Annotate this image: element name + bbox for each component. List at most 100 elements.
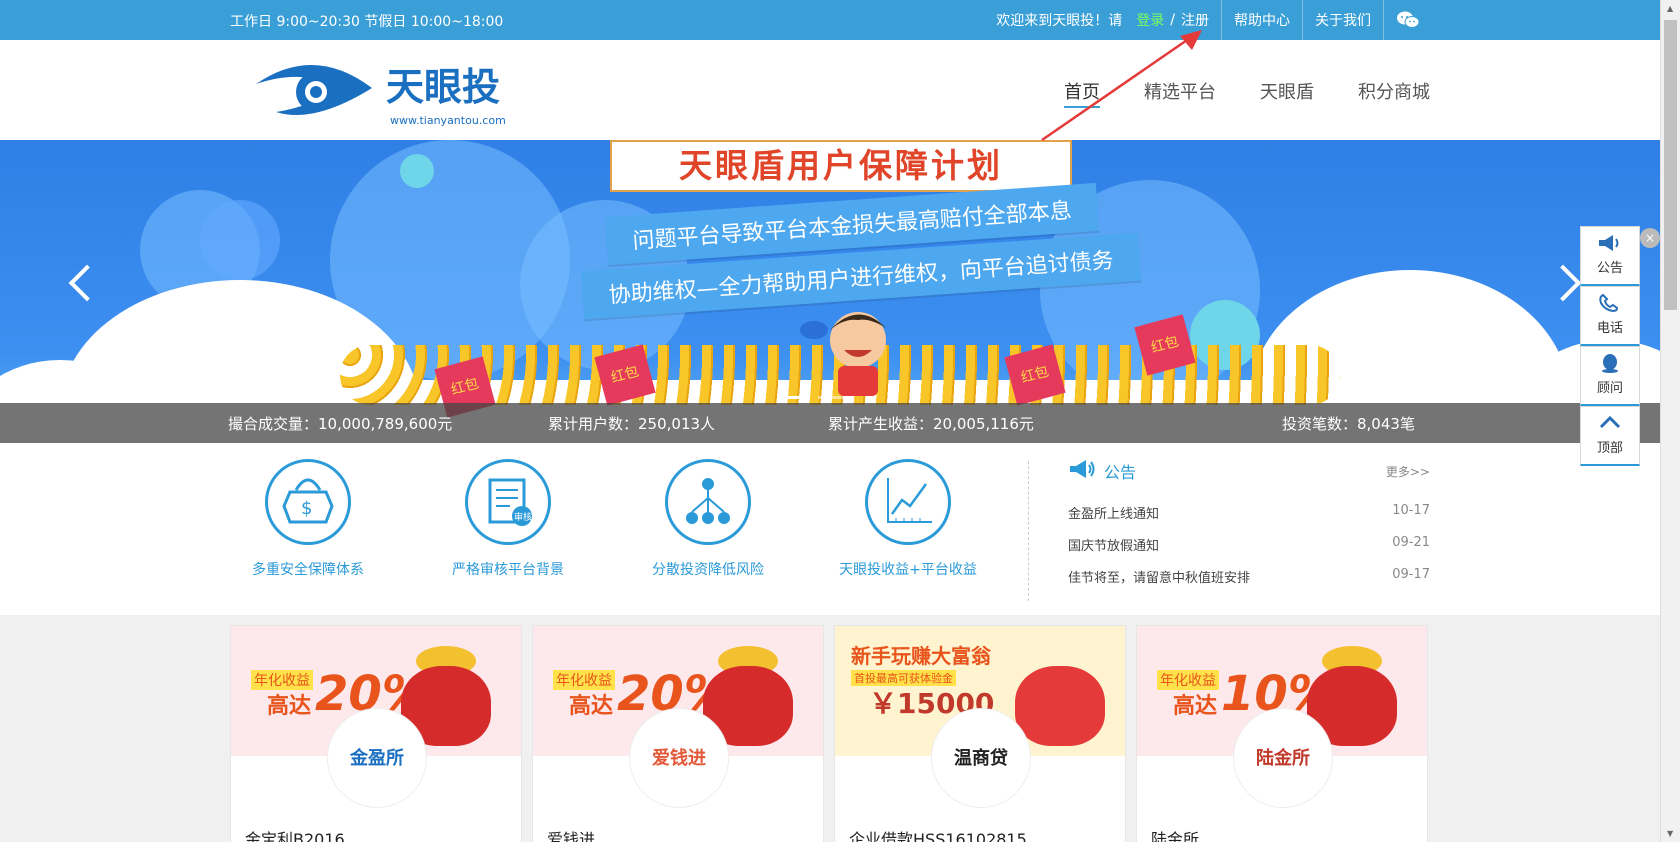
announcement-text: 国庆节放假通知 bbox=[1068, 539, 1160, 554]
announcement-date: 09-21 bbox=[1392, 535, 1430, 550]
stat-users: 累计用户数：250,013人 bbox=[548, 415, 716, 433]
divider bbox=[1221, 0, 1222, 40]
more-announcements-link[interactable]: 更多>> bbox=[1386, 463, 1430, 480]
feature-label: 分散投资降低风险 bbox=[652, 562, 764, 578]
platform-card[interactable]: 年化收益 高达 10% 陆金所 陆金所 bbox=[1136, 625, 1428, 842]
phone-icon bbox=[1581, 293, 1639, 317]
announcement-list: 金盈所上线通知 10-17 国庆节放假通知 09-21 佳节将至，请留意中秋值班安排… bbox=[1068, 503, 1430, 586]
announcement-date: 09-17 bbox=[1392, 567, 1430, 582]
nav-tianyandun[interactable]: 天眼盾 bbox=[1260, 78, 1314, 108]
announcement-item[interactable]: 金盈所上线通知 10-17 bbox=[1068, 503, 1430, 522]
feature-label: 天眼投收益+平台收益 bbox=[839, 562, 977, 578]
stat-volume: 撮合成交量：10,000,789,600元 bbox=[228, 415, 453, 433]
page-scrollbar[interactable]: ▲ ▼ bbox=[1660, 0, 1680, 842]
top-bar: 工作日 9:00~20:30 节假日 10:00~18:00 欢迎来到天眼投！请… bbox=[0, 0, 1660, 40]
platform-logo: 爱钱进 bbox=[629, 708, 729, 808]
stat-orders: 投资笔数：8,043笔 bbox=[1282, 415, 1415, 433]
diversify-tree-icon bbox=[665, 459, 751, 545]
promo-tag: 年化收益 bbox=[251, 670, 313, 690]
banner-prev-arrow[interactable] bbox=[68, 264, 106, 302]
megaphone-icon bbox=[1581, 233, 1639, 257]
help-center-link[interactable]: 帮助中心 bbox=[1234, 10, 1290, 30]
banner-dot[interactable] bbox=[780, 396, 810, 399]
audit-document-icon: 审核 bbox=[465, 459, 551, 545]
stats-bar: 撮合成交量：10,000,789,600元 累计用户数：250,013人 累计产… bbox=[0, 403, 1660, 443]
top-bar-links: 欢迎来到天眼投！请 登录 / 注册 帮助中心 关于我们 bbox=[996, 0, 1420, 40]
site-logo[interactable]: 天眼投 www.tianyantou.com bbox=[254, 54, 524, 129]
announcement-item[interactable]: 佳节将至，请留意中秋值班安排 09-17 bbox=[1068, 567, 1430, 586]
divider-slash: / bbox=[1170, 12, 1175, 28]
audit-badge-text: 审核 bbox=[514, 511, 532, 523]
promo-headline: 高达 bbox=[1173, 694, 1218, 719]
product-name[interactable]: 金宝利B2016 bbox=[245, 826, 345, 842]
promo-headline: 高达 bbox=[569, 694, 614, 719]
nav-selected-platforms[interactable]: 精选平台 bbox=[1144, 78, 1216, 108]
product-name[interactable]: 陆金所 bbox=[1151, 826, 1199, 842]
wechat-icon[interactable] bbox=[1396, 10, 1420, 30]
side-item-label: 电话 bbox=[1596, 321, 1623, 336]
platform-card[interactable]: 年化收益 高达 20% 金盈所 金宝利B2016 bbox=[230, 625, 522, 842]
platform-card[interactable]: 年化收益 高达 20% 爱钱进 爱钱进 bbox=[532, 625, 824, 842]
side-back-to-top-button[interactable]: 顶部 bbox=[1580, 406, 1640, 466]
qq-icon bbox=[1581, 353, 1639, 377]
feature-security[interactable]: $ 多重安全保障体系 bbox=[218, 459, 398, 579]
announcement-item[interactable]: 国庆节放假通知 09-21 bbox=[1068, 535, 1430, 554]
announcement-text: 佳节将至，请留意中秋值班安排 bbox=[1068, 571, 1251, 586]
announcement-text: 金盈所上线通知 bbox=[1068, 507, 1160, 522]
feature-audit[interactable]: 审核 严格审核平台背景 bbox=[418, 459, 598, 579]
side-phone-button[interactable]: 电话 bbox=[1580, 286, 1640, 346]
product-name[interactable]: 企业借款HSS16102815 bbox=[849, 826, 1027, 842]
product-name[interactable]: 爱钱进 bbox=[547, 826, 595, 842]
promo-headline: 新手玩赚大富翁 bbox=[851, 644, 991, 668]
feature-label: 多重安全保障体系 bbox=[252, 562, 364, 578]
register-link[interactable]: 注册 bbox=[1181, 10, 1209, 30]
nav-home[interactable]: 首页 bbox=[1064, 78, 1100, 108]
side-item-label: 公告 bbox=[1596, 261, 1623, 276]
feature-returns[interactable]: 天眼投收益+平台收益 bbox=[818, 459, 998, 579]
announcement-date: 10-17 bbox=[1392, 503, 1430, 518]
about-us-link[interactable]: 关于我们 bbox=[1315, 10, 1371, 30]
feature-diversify[interactable]: 分散投资降低风险 bbox=[618, 459, 798, 579]
main-nav: 首页 精选平台 天眼盾 积分商城 bbox=[1064, 78, 1430, 108]
decor-bubble bbox=[200, 200, 280, 280]
side-advisor-button[interactable]: 顾问 bbox=[1580, 346, 1640, 406]
side-announcement-button[interactable]: 公告 bbox=[1580, 226, 1640, 286]
scroll-down-icon[interactable]: ▼ bbox=[1667, 829, 1673, 838]
platform-logo: 金盈所 bbox=[327, 708, 427, 808]
promo-tag: 年化收益 bbox=[1157, 670, 1219, 690]
announcement-title: 公告 bbox=[1104, 463, 1137, 482]
welcome-text: 欢迎来到天眼投！请 bbox=[996, 13, 1123, 29]
banner-title: 天眼盾用户保障计划 bbox=[610, 140, 1072, 192]
scrollbar-thumb[interactable] bbox=[1664, 20, 1677, 310]
nav-points-mall[interactable]: 积分商城 bbox=[1358, 78, 1430, 108]
side-item-label: 顶部 bbox=[1596, 441, 1623, 456]
platform-logo: 陆金所 bbox=[1233, 708, 1333, 808]
platform-cards: 年化收益 高达 20% 金盈所 金宝利B2016 年化收益 高达 20% 爱钱进… bbox=[230, 625, 1430, 842]
chevron-up-icon bbox=[1581, 413, 1639, 437]
growth-chart-icon bbox=[865, 459, 951, 545]
divider bbox=[1302, 0, 1303, 40]
banner-dot[interactable] bbox=[818, 396, 848, 399]
svg-text:$: $ bbox=[301, 498, 312, 519]
banner-next-arrow[interactable] bbox=[1544, 264, 1582, 302]
divider bbox=[1028, 461, 1029, 601]
platform-card[interactable]: 新手玩赚大富翁 首投最高可获体验金 ￥15000 温商贷 企业借款HSS1610… bbox=[834, 625, 1126, 842]
money-bag-icon: $ bbox=[265, 459, 351, 545]
platform-logo: 温商贷 bbox=[931, 708, 1031, 808]
logo-url: www.tianyantou.com bbox=[390, 114, 506, 127]
scroll-up-icon[interactable]: ▲ bbox=[1667, 4, 1673, 13]
service-hours: 工作日 9:00~20:30 节假日 10:00~18:00 bbox=[230, 14, 504, 30]
close-icon[interactable]: × bbox=[1640, 228, 1660, 248]
banner-pagination bbox=[780, 396, 848, 399]
character-graphic bbox=[1015, 666, 1105, 746]
login-link[interactable]: 登录 bbox=[1136, 10, 1164, 30]
site-header: 天眼投 www.tianyantou.com 首页 精选平台 天眼盾 积分商城 bbox=[0, 40, 1660, 140]
promo-headline: 高达 bbox=[267, 694, 312, 719]
feature-label: 严格审核平台背景 bbox=[452, 562, 564, 578]
divider bbox=[1383, 0, 1384, 40]
announcement-header: 公告 bbox=[1068, 459, 1430, 483]
cartoon-boy-graphic bbox=[800, 300, 910, 410]
announcement-panel: 公告 更多>> 金盈所上线通知 10-17 国庆节放假通知 09-21 佳节将至，请… bbox=[1068, 459, 1430, 599]
floating-side-panel: × 公告 电话 顾问 顶部 bbox=[1580, 226, 1660, 466]
side-item-label: 顾问 bbox=[1596, 381, 1623, 396]
